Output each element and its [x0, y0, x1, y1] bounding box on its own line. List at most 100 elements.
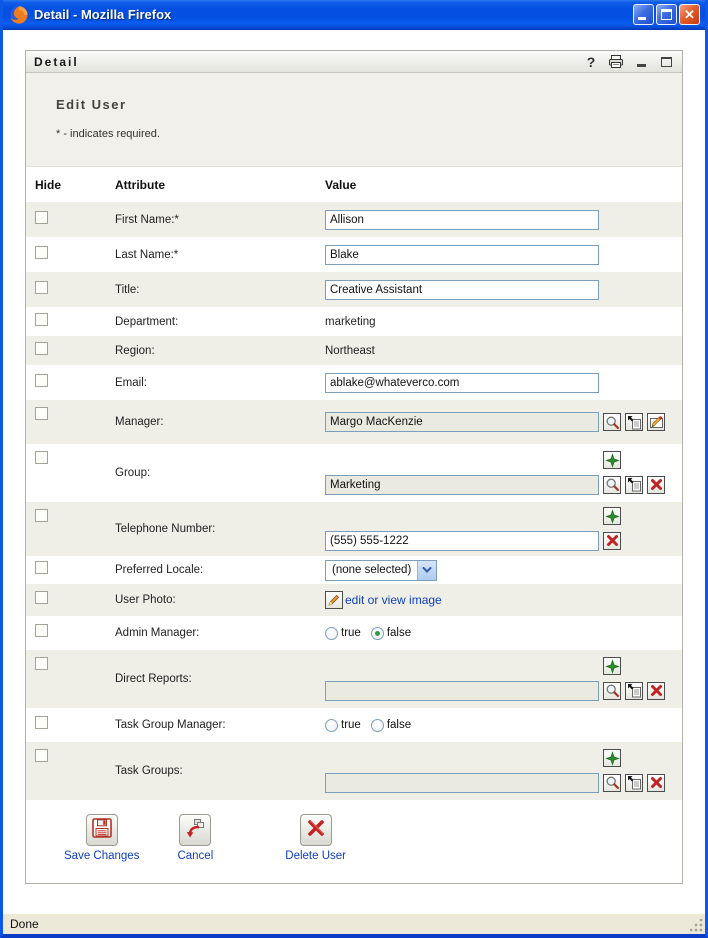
attribute-label: Admin Manager:: [115, 627, 325, 639]
cancel-button[interactable]: Cancel: [177, 814, 213, 862]
portlet-header: Detail ?: [26, 51, 682, 73]
radio-label: false: [387, 627, 411, 639]
edit-photo-button[interactable]: [325, 591, 343, 609]
add-button[interactable]: [603, 451, 621, 469]
add-button[interactable]: [603, 749, 621, 767]
history-button[interactable]: [625, 476, 643, 494]
task-groups-input[interactable]: [325, 773, 599, 793]
cancel-icon: [184, 817, 206, 844]
task-group-manager-radio-true[interactable]: true: [325, 719, 361, 732]
edit-or-view-image-link[interactable]: edit or view image: [345, 593, 442, 607]
window-close-button[interactable]: ✕: [679, 4, 700, 25]
remove-icon: [605, 533, 620, 548]
first-name-input[interactable]: [325, 210, 599, 230]
attribute-label: Telephone Number:: [115, 523, 325, 535]
history-button[interactable]: [625, 774, 643, 792]
hide-checkbox-preferred-locale[interactable]: [35, 561, 48, 574]
reset-button[interactable]: [647, 413, 665, 431]
attribute-table-body: First Name:* Last Name:* Title:Department:…: [26, 202, 682, 800]
search-button[interactable]: [603, 774, 621, 792]
attribute-row-title: Title:: [26, 272, 682, 307]
attribute-row-telephone-number: Telephone Number:: [26, 502, 682, 556]
hide-checkbox-email[interactable]: [35, 374, 48, 387]
task-group-manager-radio-false[interactable]: false: [371, 719, 411, 732]
hide-checkbox-title[interactable]: [35, 281, 48, 294]
attribute-row-email: Email:: [26, 365, 682, 400]
add-button[interactable]: [603, 507, 621, 525]
admin-manager-radio-false[interactable]: false: [371, 627, 411, 640]
remove-button[interactable]: [603, 532, 621, 550]
attribute-label: Manager:: [115, 416, 325, 428]
column-header-attribute: Attribute: [115, 178, 325, 192]
admin-manager-radio-true[interactable]: true: [325, 627, 361, 640]
last-name-input[interactable]: [325, 245, 599, 265]
history-button[interactable]: [625, 413, 643, 431]
firefox-icon: [9, 5, 29, 25]
hide-checkbox-department[interactable]: [35, 313, 48, 326]
print-button[interactable]: [608, 54, 624, 69]
history-button[interactable]: [625, 682, 643, 700]
attribute-label: Direct Reports:: [115, 673, 325, 685]
group-input[interactable]: [325, 475, 599, 495]
add-icon: [605, 453, 620, 468]
attribute-row-task-groups: Task Groups:: [26, 742, 682, 800]
remove-button[interactable]: [647, 774, 665, 792]
telephone-number-input[interactable]: [325, 531, 599, 551]
remove-button[interactable]: [647, 476, 665, 494]
hide-checkbox-first-name[interactable]: [35, 211, 48, 224]
hide-checkbox-telephone-number[interactable]: [35, 509, 48, 522]
hide-checkbox-admin-manager[interactable]: [35, 624, 48, 637]
attribute-label: First Name:*: [115, 214, 325, 226]
add-icon: [605, 751, 620, 766]
add-button[interactable]: [603, 657, 621, 675]
attribute-label: User Photo:: [115, 594, 325, 606]
hide-checkbox-task-group-manager[interactable]: [35, 716, 48, 729]
hide-checkbox-manager[interactable]: [35, 407, 48, 420]
page-title: Edit User: [56, 97, 682, 112]
column-header-hide: Hide: [26, 178, 115, 192]
search-button[interactable]: [603, 476, 621, 494]
manager-input[interactable]: [325, 412, 599, 432]
save-icon: [91, 817, 113, 844]
attribute-label: Last Name:*: [115, 249, 325, 261]
delete-user-button[interactable]: Delete User: [285, 814, 346, 862]
title-input[interactable]: [325, 280, 599, 300]
window-minimize-button[interactable]: [633, 4, 654, 25]
hide-checkbox-last-name[interactable]: [35, 246, 48, 259]
resize-grip-icon[interactable]: [690, 919, 703, 932]
hide-checkbox-user-photo[interactable]: [35, 591, 48, 604]
search-icon: [605, 775, 620, 790]
radio-label: false: [387, 719, 411, 731]
remove-icon: [649, 683, 664, 698]
hide-checkbox-task-groups[interactable]: [35, 749, 48, 762]
search-icon: [605, 477, 620, 492]
save-changes-button[interactable]: Save Changes: [64, 814, 139, 862]
hide-checkbox-region[interactable]: [35, 342, 48, 355]
attribute-label: Region:: [115, 345, 325, 357]
email-input[interactable]: [325, 373, 599, 393]
radio-icon: [325, 719, 338, 732]
search-button[interactable]: [603, 682, 621, 700]
preferred-locale-select[interactable]: (none selected): [325, 560, 437, 581]
panel-maximize-button[interactable]: [658, 54, 674, 69]
radio-label: true: [341, 719, 361, 731]
attribute-row-admin-manager: Admin Manager:true false: [26, 616, 682, 650]
direct-reports-input[interactable]: [325, 681, 599, 701]
hide-checkbox-direct-reports[interactable]: [35, 657, 48, 670]
action-buttons: Save Changes Cancel Delete User: [26, 800, 682, 862]
remove-icon: [649, 477, 664, 492]
remove-button[interactable]: [647, 682, 665, 700]
window-maximize-button[interactable]: [656, 4, 677, 25]
window-minimize-icon: [638, 17, 646, 20]
panel-minimize-icon: [637, 64, 646, 67]
window-titlebar[interactable]: Detail - Mozilla Firefox ✕: [3, 0, 705, 30]
portlet-toolbar: ?: [583, 54, 674, 69]
help-button[interactable]: ?: [583, 54, 599, 69]
search-button[interactable]: [603, 413, 621, 431]
attribute-label: Preferred Locale:: [115, 564, 325, 576]
required-note: * - indicates required.: [56, 128, 682, 140]
panel-minimize-button[interactable]: [633, 54, 649, 69]
attribute-row-department: Department:marketing: [26, 307, 682, 336]
hide-checkbox-group[interactable]: [35, 451, 48, 464]
attribute-row-preferred-locale: Preferred Locale:(none selected): [26, 556, 682, 584]
